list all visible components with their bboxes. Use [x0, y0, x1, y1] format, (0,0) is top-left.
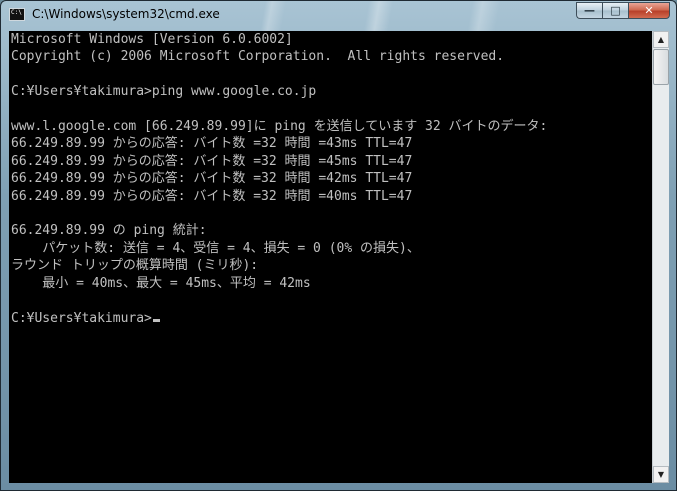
console-line: ラウンド トリップの概算時間 (ミリ秒): [11, 258, 259, 274]
console-output[interactable]: Microsoft Windows [Version 6.0.6002] Cop… [9, 31, 652, 483]
close-button[interactable]: ✕ [628, 2, 670, 19]
scroll-down-button[interactable]: ▼ [653, 466, 669, 483]
titlebar[interactable]: C:\ C:\Windows\system32\cmd.exe — □ ✕ [1, 1, 676, 29]
scroll-up-button[interactable]: ▲ [653, 31, 669, 48]
console-line: 最小 = 40ms、最大 = 45ms、平均 = 42ms [42, 275, 311, 291]
cmd-icon-label: C:\ [11, 9, 22, 16]
console-lines: Microsoft Windows [Version 6.0.6002] Cop… [11, 32, 547, 291]
text-cursor [152, 318, 160, 322]
chevron-up-icon: ▲ [657, 35, 665, 44]
console-line: 66.249.89.99 からの応答: バイト数 =32 時間 =43ms TT… [11, 136, 413, 152]
scrollbar-thumb[interactable] [653, 49, 669, 85]
minimize-button[interactable]: — [576, 2, 602, 19]
window-title: C:\Windows\system32\cmd.exe [32, 7, 220, 21]
console-line: Copyright (c) 2006 Microsoft Corporation… [11, 49, 505, 65]
console-line: パケット数: 送信 = 4、受信 = 4、損失 = 0 (0% の損失)、 [42, 240, 420, 256]
console-line: 66.249.89.99 からの応答: バイト数 =32 時間 =40ms TT… [11, 188, 413, 204]
minimize-icon: — [584, 4, 595, 17]
maximize-icon: □ [610, 4, 621, 17]
console-line: 66.249.89.99 からの応答: バイト数 =32 時間 =45ms TT… [11, 153, 413, 169]
console-line: www.l.google.com [66.249.89.99]に ping を送… [11, 119, 548, 135]
vertical-scrollbar[interactable]: ▲ ▼ [652, 31, 669, 483]
console-line: 66.249.89.99 の ping 統計: [11, 223, 207, 239]
command-prompt: C:¥Users¥takimura> [11, 310, 152, 326]
console-text: Microsoft Windows [Version 6.0.6002] Cop… [11, 31, 547, 327]
maximize-button[interactable]: □ [602, 2, 628, 19]
window-controls: — □ ✕ [576, 2, 670, 20]
cmd-icon: C:\ [9, 8, 25, 21]
chevron-down-icon: ▼ [657, 470, 665, 479]
console-window: C:\ C:\Windows\system32\cmd.exe — □ ✕ Mi… [0, 0, 677, 491]
close-icon: ✕ [644, 4, 654, 17]
console-line: 66.249.89.99 からの応答: バイト数 =32 時間 =42ms TT… [11, 171, 413, 187]
console-line: Microsoft Windows [Version 6.0.6002] [11, 32, 293, 47]
console-line: C:¥Users¥takimura>ping www.google.co.jp [11, 84, 317, 100]
